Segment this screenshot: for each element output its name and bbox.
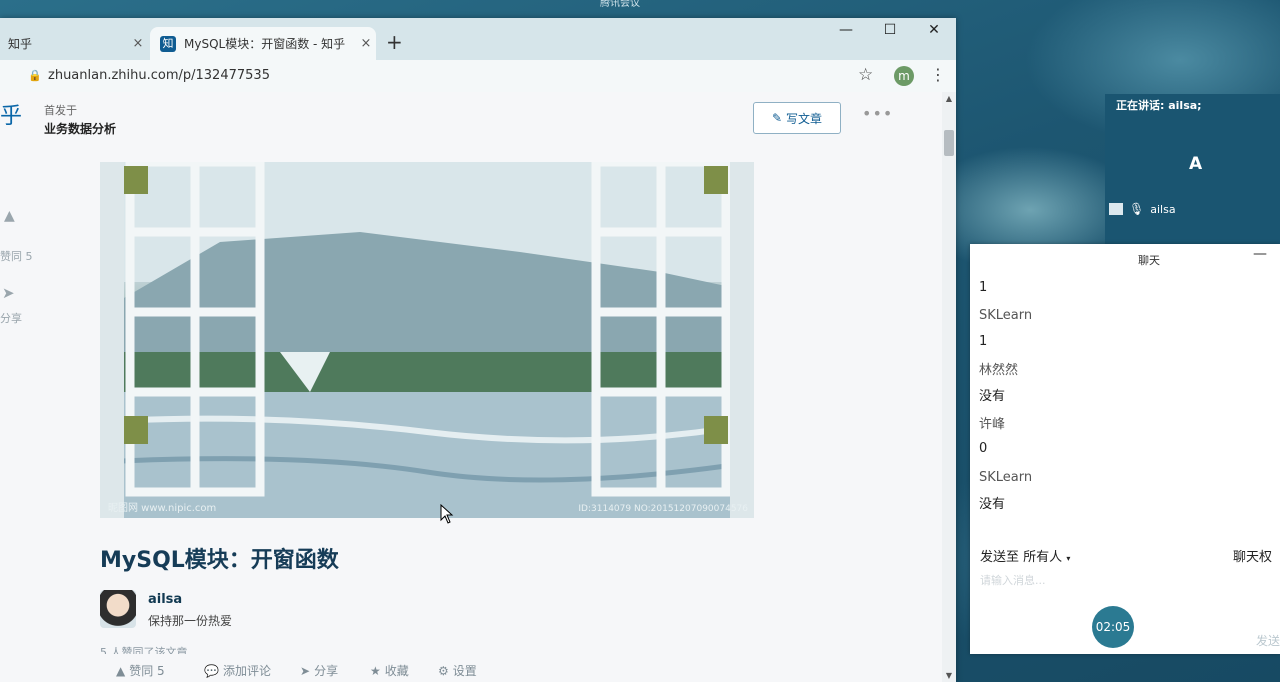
image-watermark-id: ID:3114079 NO:20151207090074576 xyxy=(578,504,748,514)
chat-message: 没有 xyxy=(979,497,1006,512)
chat-input[interactable]: 请输入消息... xyxy=(980,572,1046,588)
settings-label: 设置 xyxy=(452,664,477,678)
chat-title: 聊天 xyxy=(1138,254,1160,267)
settings-button[interactable]: ⚙ 设置 xyxy=(438,662,477,679)
favorite-label: 收藏 xyxy=(384,664,409,678)
microphone-icon: 🎙 xyxy=(1129,202,1145,216)
browser-window: 知乎 × 知 MySQL模块：开窗函数 - 知乎 × + — ☐ ✕ 🔒 zhu… xyxy=(0,18,956,682)
edit-icon: ✎ xyxy=(771,111,783,125)
share-button[interactable]: ➤ 分享 xyxy=(300,662,338,679)
article-action-bar: ▲ 赞同 5 💬 添加评论 ➤ 分享 ★ 收藏 ⚙ 设置 xyxy=(0,658,940,682)
speaker-name: ailsa xyxy=(1150,202,1176,216)
zhihu-logo[interactable]: 乎 xyxy=(0,98,22,130)
chat-sender: 许峰 xyxy=(979,417,1006,432)
comment-icon: 💬 xyxy=(204,663,219,678)
address-bar: 🔒 zhuanlan.zhihu.com/p/132477535 ☆ m ⋮ xyxy=(0,60,956,93)
article-cover-image: 昵图网 www.nipic.com ID:3114079 NO:20151207… xyxy=(100,162,754,518)
upvote-triangle-icon[interactable]: ▲ xyxy=(4,208,15,224)
tab-zhihu[interactable]: 知乎 × xyxy=(0,27,148,60)
speaker-initial: A xyxy=(1189,154,1203,174)
chevron-down-icon: ▾ xyxy=(1066,554,1071,563)
chat-message: 没有 xyxy=(979,389,1006,404)
upvote-icon: ▲ xyxy=(116,663,126,678)
chat-message: 1 xyxy=(979,334,988,349)
send-button[interactable]: 发送 xyxy=(1256,632,1280,649)
share-plane-icon[interactable]: ➤ xyxy=(2,284,15,302)
chat-panel: 聊天 — 1 SKLearn 1 林然然 没有 许峰 0 SKLearn 没有 … xyxy=(970,244,1280,654)
speaker-row: 🎙 ailsa xyxy=(1109,202,1176,216)
scroll-down-icon[interactable]: ▼ xyxy=(942,671,956,680)
maximize-button[interactable]: ☐ xyxy=(878,22,902,38)
column-link[interactable]: 业务数据分析 xyxy=(44,120,116,137)
profile-avatar[interactable]: m xyxy=(894,66,914,86)
mouse-cursor-icon xyxy=(440,504,454,524)
url-field[interactable]: zhuanlan.zhihu.com/p/132477535 xyxy=(48,68,270,83)
tab-title: MySQL模块：开窗函数 - 知乎 xyxy=(184,37,346,51)
tab-bar: 知乎 × 知 MySQL模块：开窗函数 - 知乎 × + — ☐ ✕ xyxy=(0,18,956,60)
write-article-button[interactable]: ✎ 写文章 xyxy=(753,102,841,134)
camera-icon xyxy=(1109,203,1123,215)
page-content: 乎 首发于 业务数据分析 ✎ 写文章 ••• ▲ 赞同 5 ➤ 分享 昵图网 w… xyxy=(0,92,956,682)
comment-button[interactable]: 💬 添加评论 xyxy=(204,662,271,679)
tab-title: 知乎 xyxy=(8,37,33,51)
chat-message: 0 xyxy=(979,441,988,456)
gear-icon: ⚙ xyxy=(438,663,449,678)
bookmark-star-icon[interactable]: ☆ xyxy=(858,65,873,85)
browser-menu-icon[interactable]: ⋮ xyxy=(930,65,946,84)
scroll-thumb[interactable] xyxy=(944,130,954,156)
more-options-button[interactable]: ••• xyxy=(862,104,893,123)
tab-mysql-article[interactable]: 知 MySQL模块：开窗函数 - 知乎 × xyxy=(150,27,376,60)
chat-sender: SKLearn xyxy=(979,470,1033,485)
share-icon: ➤ xyxy=(300,663,311,678)
author-bio: 保持那一份热爱 xyxy=(148,614,233,628)
comment-label: 添加评论 xyxy=(222,664,271,678)
published-in-label: 首发于 xyxy=(44,104,77,117)
chat-message: 1 xyxy=(979,280,988,295)
side-share-label[interactable]: 分享 xyxy=(0,310,22,326)
meeting-timer[interactable]: 02:05 xyxy=(1092,606,1134,648)
favorite-button[interactable]: ★ 收藏 xyxy=(370,662,409,679)
send-to-label: 发送至 xyxy=(980,550,1020,565)
upvote-label: 赞同 5 xyxy=(129,664,165,678)
window-landscape-illustration xyxy=(100,162,754,518)
upvote-button[interactable]: ▲ 赞同 5 xyxy=(116,662,165,679)
speaking-now-label: 正在讲话: ailsa; xyxy=(1116,99,1202,112)
speaker-panel: 正在讲话: ailsa; A 🎙 ailsa xyxy=(1105,94,1280,244)
image-watermark: 昵图网 www.nipic.com xyxy=(108,503,217,514)
star-icon: ★ xyxy=(370,663,381,678)
minimize-button[interactable]: — xyxy=(834,22,858,38)
close-window-button[interactable]: ✕ xyxy=(922,22,946,38)
scroll-up-icon[interactable]: ▲ xyxy=(942,94,956,103)
side-upvote-count[interactable]: 赞同 5 xyxy=(0,248,33,264)
chat-sender: 林然然 xyxy=(979,363,1019,378)
author-avatar[interactable] xyxy=(100,590,136,628)
zhihu-favicon-icon: 知 xyxy=(160,35,176,52)
share-label: 分享 xyxy=(314,664,339,678)
minimize-chat-button[interactable]: — xyxy=(1253,246,1267,262)
article-title: MySQL模块：开窗函数 xyxy=(100,548,339,573)
chat-sender: SKLearn xyxy=(979,308,1033,323)
send-to-value: 所有人 xyxy=(1023,550,1063,565)
lock-icon[interactable]: 🔒 xyxy=(28,69,42,82)
new-tab-button[interactable]: + xyxy=(386,30,403,54)
author-name[interactable]: ailsa xyxy=(148,592,182,607)
write-article-label: 写文章 xyxy=(786,111,823,126)
chat-permission-button[interactable]: 聊天权 xyxy=(1233,546,1272,565)
page-scrollbar[interactable]: ▲ ▼ xyxy=(942,92,956,682)
upvote-summary: 5 人赞同了该文章 xyxy=(100,646,188,654)
meeting-app-title: 腾讯会议 xyxy=(600,0,640,9)
tab-close-icon[interactable]: × xyxy=(128,36,148,51)
send-to-selector[interactable]: 发送至 所有人 ▾ xyxy=(980,546,1070,565)
tab-close-icon[interactable]: × xyxy=(356,36,376,51)
